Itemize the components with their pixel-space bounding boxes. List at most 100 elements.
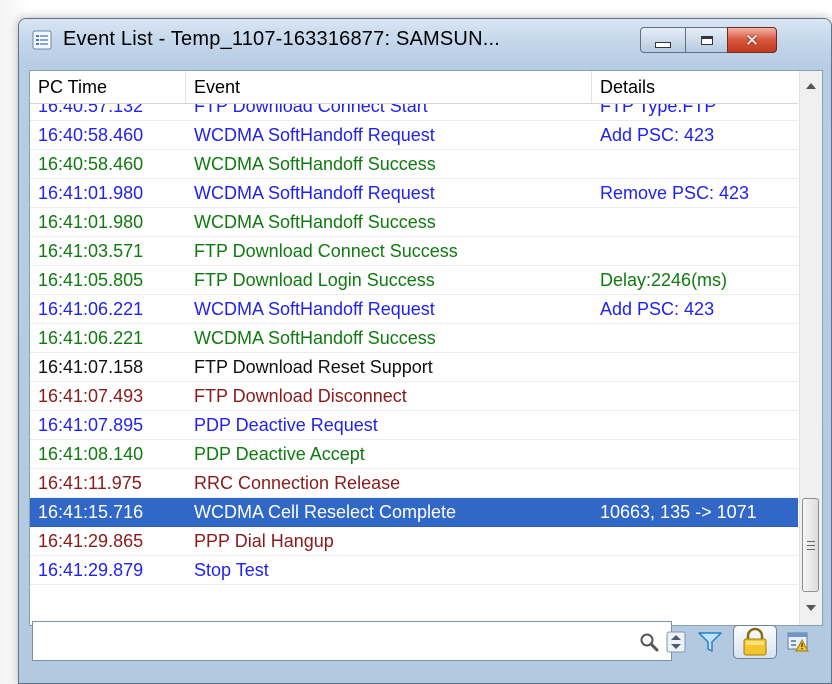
navigate-stepper[interactable]	[665, 630, 687, 654]
time-cell: 16:41:06.221	[38, 299, 144, 319]
event-list-window: Event List - Temp_1107-163316877: SAMSUN…	[18, 18, 832, 684]
time-cell: 16:41:29.865	[38, 531, 144, 551]
time-cell: 16:41:29.879	[38, 560, 144, 580]
details-cell	[592, 324, 798, 352]
details-cell: Remove PSC: 423	[600, 183, 750, 203]
maximize-button[interactable]	[685, 27, 728, 53]
event-rows: 16:40:57.132 FTP Download Connect Start FT…	[30, 104, 798, 625]
search-button[interactable]	[637, 630, 661, 654]
table-row[interactable]: 16:41:06.221 WCDMA SoftHandoff Request Add…	[30, 295, 798, 324]
column-header-details[interactable]: Details	[592, 71, 798, 103]
time-cell: 16:40:58.460	[38, 125, 144, 145]
table-row[interactable]: 16:41:06.221 WCDMA SoftHandoff Success	[30, 324, 798, 353]
scroll-thumb[interactable]	[802, 498, 819, 592]
time-cell: 16:41:07.493	[38, 386, 144, 406]
details-cell	[592, 237, 798, 265]
table-row-selected[interactable]: 16:41:15.716 WCDMA Cell Reselect Complete…	[30, 498, 798, 527]
time-cell: 16:41:01.980	[38, 212, 144, 232]
table-row[interactable]: 16:41:01.980 WCDMA SoftHandoff Request Rem…	[30, 179, 798, 208]
details-cell	[592, 527, 798, 555]
lock-button[interactable]	[733, 625, 777, 659]
title-bar[interactable]: Event List - Temp_1107-163316877: SAMSUN…	[19, 19, 831, 65]
close-icon: ✕	[744, 30, 760, 50]
event-cell: RRC Connection Release	[194, 473, 401, 493]
close-button[interactable]: ✕	[727, 27, 777, 53]
table-row[interactable]: 16:41:07.895 PDP Deactive Request	[30, 411, 798, 440]
time-cell: 16:41:11.975	[38, 473, 142, 493]
table-row[interactable]: 16:41:07.158 FTP Download Reset Support	[30, 353, 798, 382]
time-cell: 16:41:07.895	[38, 415, 144, 435]
table-row[interactable]: 16:41:03.571 FTP Download Connect Success	[30, 237, 798, 266]
time-cell: 16:41:05.805	[38, 270, 144, 290]
details-cell	[592, 208, 798, 236]
event-cell: FTP Download Login Success	[194, 270, 435, 290]
table-row[interactable]: 16:40:57.132 FTP Download Connect Start FT…	[30, 104, 798, 121]
grip-line	[807, 545, 815, 546]
event-settings-icon	[787, 632, 809, 652]
details-cell	[592, 556, 798, 584]
details-cell: Add PSC: 423	[600, 125, 715, 145]
lock-icon	[743, 627, 767, 656]
filter-button[interactable]	[697, 630, 723, 654]
event-cell: WCDMA SoftHandoff Success	[194, 154, 436, 174]
scroll-down-button[interactable]	[800, 597, 822, 619]
search-box[interactable]	[32, 621, 672, 661]
table-row[interactable]: 16:41:01.980 WCDMA SoftHandoff Success	[30, 208, 798, 237]
event-cell: WCDMA SoftHandoff Request	[194, 299, 435, 319]
event-list-app-icon	[32, 30, 52, 50]
table-row[interactable]: 16:41:07.493 FTP Download Disconnect	[30, 382, 798, 411]
minimize-button[interactable]	[640, 27, 686, 53]
scroll-down-icon	[806, 605, 816, 611]
table-row[interactable]: 16:41:05.805 FTP Download Login Success De…	[30, 266, 798, 295]
up-down-stepper-icon	[666, 631, 686, 653]
column-header-pc-time[interactable]: PC Time	[30, 71, 186, 103]
details-cell	[592, 353, 798, 381]
event-cell: FTP Download Connect Success	[194, 241, 458, 261]
event-cell: Stop Test	[194, 560, 269, 580]
vertical-scrollbar[interactable]	[799, 71, 822, 625]
time-cell: 16:41:15.716	[38, 502, 144, 522]
event-cell: PDP Deactive Accept	[194, 444, 365, 464]
event-list[interactable]: PC Time Event Details 16:40:57.132 FTP Do…	[29, 70, 823, 626]
grip-line	[807, 541, 815, 542]
event-cell: FTP Download Disconnect	[194, 386, 407, 406]
search-input[interactable]	[37, 626, 601, 658]
details-cell: 10663, 135 -> 1071	[600, 502, 757, 522]
time-cell: 16:40:58.460	[38, 154, 144, 174]
event-cell: WCDMA SoftHandoff Success	[194, 328, 436, 348]
details-cell	[592, 440, 798, 468]
table-row[interactable]: 16:41:29.879 Stop Test	[30, 556, 798, 585]
event-settings-button[interactable]	[785, 630, 811, 654]
details-cell: Delay:2246(ms)	[600, 270, 728, 290]
event-cell: WCDMA SoftHandoff Success	[194, 212, 436, 232]
time-cell: 16:41:01.980	[38, 183, 144, 203]
column-header-event[interactable]: Event	[186, 71, 592, 103]
table-row[interactable]: 16:41:29.865 PPP Dial Hangup	[30, 527, 798, 556]
time-cell: 16:41:08.140	[38, 444, 144, 464]
event-cell: PPP Dial Hangup	[194, 531, 334, 551]
time-cell: 16:41:03.571	[38, 241, 144, 261]
details-cell: FTP Type:FTP	[600, 104, 717, 116]
list-header: PC Time Event Details	[30, 71, 798, 104]
minimize-icon	[655, 41, 671, 48]
time-cell: 16:41:07.158	[38, 357, 144, 377]
details-cell	[592, 411, 798, 439]
event-cell: PDP Deactive Request	[194, 415, 378, 435]
scroll-up-button[interactable]	[800, 75, 822, 97]
filter-icon	[698, 632, 722, 652]
time-cell: 16:41:06.221	[38, 328, 144, 348]
details-cell	[592, 469, 798, 497]
grip-line	[807, 549, 815, 550]
table-row[interactable]: 16:40:58.460 WCDMA SoftHandoff Success	[30, 150, 798, 179]
event-cell: FTP Download Reset Support	[194, 357, 433, 377]
table-row[interactable]: 16:41:11.975 RRC Connection Release	[30, 469, 798, 498]
event-cell: WCDMA SoftHandoff Request	[194, 125, 435, 145]
details-cell: Add PSC: 423	[600, 299, 715, 319]
scroll-up-icon	[806, 83, 816, 89]
table-row[interactable]: 16:40:58.460 WCDMA SoftHandoff Request Add…	[30, 121, 798, 150]
time-cell: 16:40:57.132	[38, 104, 144, 116]
event-cell: FTP Download Connect Start	[194, 104, 428, 116]
search-icon	[640, 633, 659, 652]
table-row[interactable]: 16:41:08.140 PDP Deactive Accept	[30, 440, 798, 469]
window-title: Event List - Temp_1107-163316877: SAMSUN…	[63, 28, 500, 50]
